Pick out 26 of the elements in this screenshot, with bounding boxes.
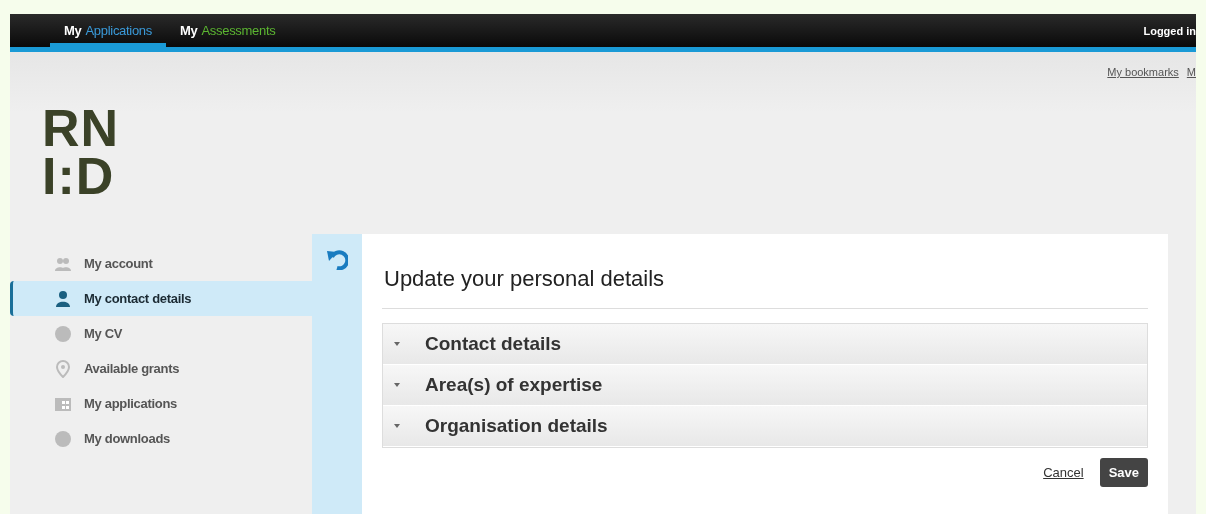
- header-link[interactable]: My bookmarks: [1107, 66, 1179, 78]
- circle-icon: [54, 429, 72, 448]
- cancel-link[interactable]: Cancel: [1043, 465, 1084, 480]
- caret-icon: [393, 381, 401, 389]
- sidebar-item[interactable]: My CV: [10, 316, 312, 351]
- sidebar-item[interactable]: My contact details: [10, 281, 312, 316]
- caret-icon: [393, 422, 401, 430]
- accordion-header[interactable]: Organisation details: [383, 406, 1147, 447]
- sidebar-item[interactable]: My applications: [10, 386, 312, 421]
- accordion-header[interactable]: Contact details: [383, 324, 1147, 365]
- location-pin-icon: [54, 359, 72, 378]
- nav-tab[interactable]: My Assessments: [165, 14, 290, 47]
- save-button[interactable]: Save: [1099, 458, 1148, 487]
- nav-tab[interactable]: My Applications: [50, 14, 166, 47]
- undo-icon[interactable]: [326, 248, 348, 270]
- login-status: Logged in: [1143, 24, 1196, 37]
- header-link[interactable]: M: [1186, 66, 1196, 78]
- sidebar-item[interactable]: My downloads: [10, 421, 312, 456]
- person-icon: [54, 289, 72, 308]
- sidebar-item[interactable]: Available grants: [10, 351, 312, 386]
- page-title: Update your personal details: [382, 254, 1148, 309]
- sidebar-item[interactable]: My account: [10, 246, 312, 281]
- accordion-header[interactable]: Area(s) of expertise: [383, 365, 1147, 406]
- caret-icon: [393, 340, 401, 348]
- circle-icon: [54, 324, 72, 343]
- logo: RN I:D: [42, 104, 120, 200]
